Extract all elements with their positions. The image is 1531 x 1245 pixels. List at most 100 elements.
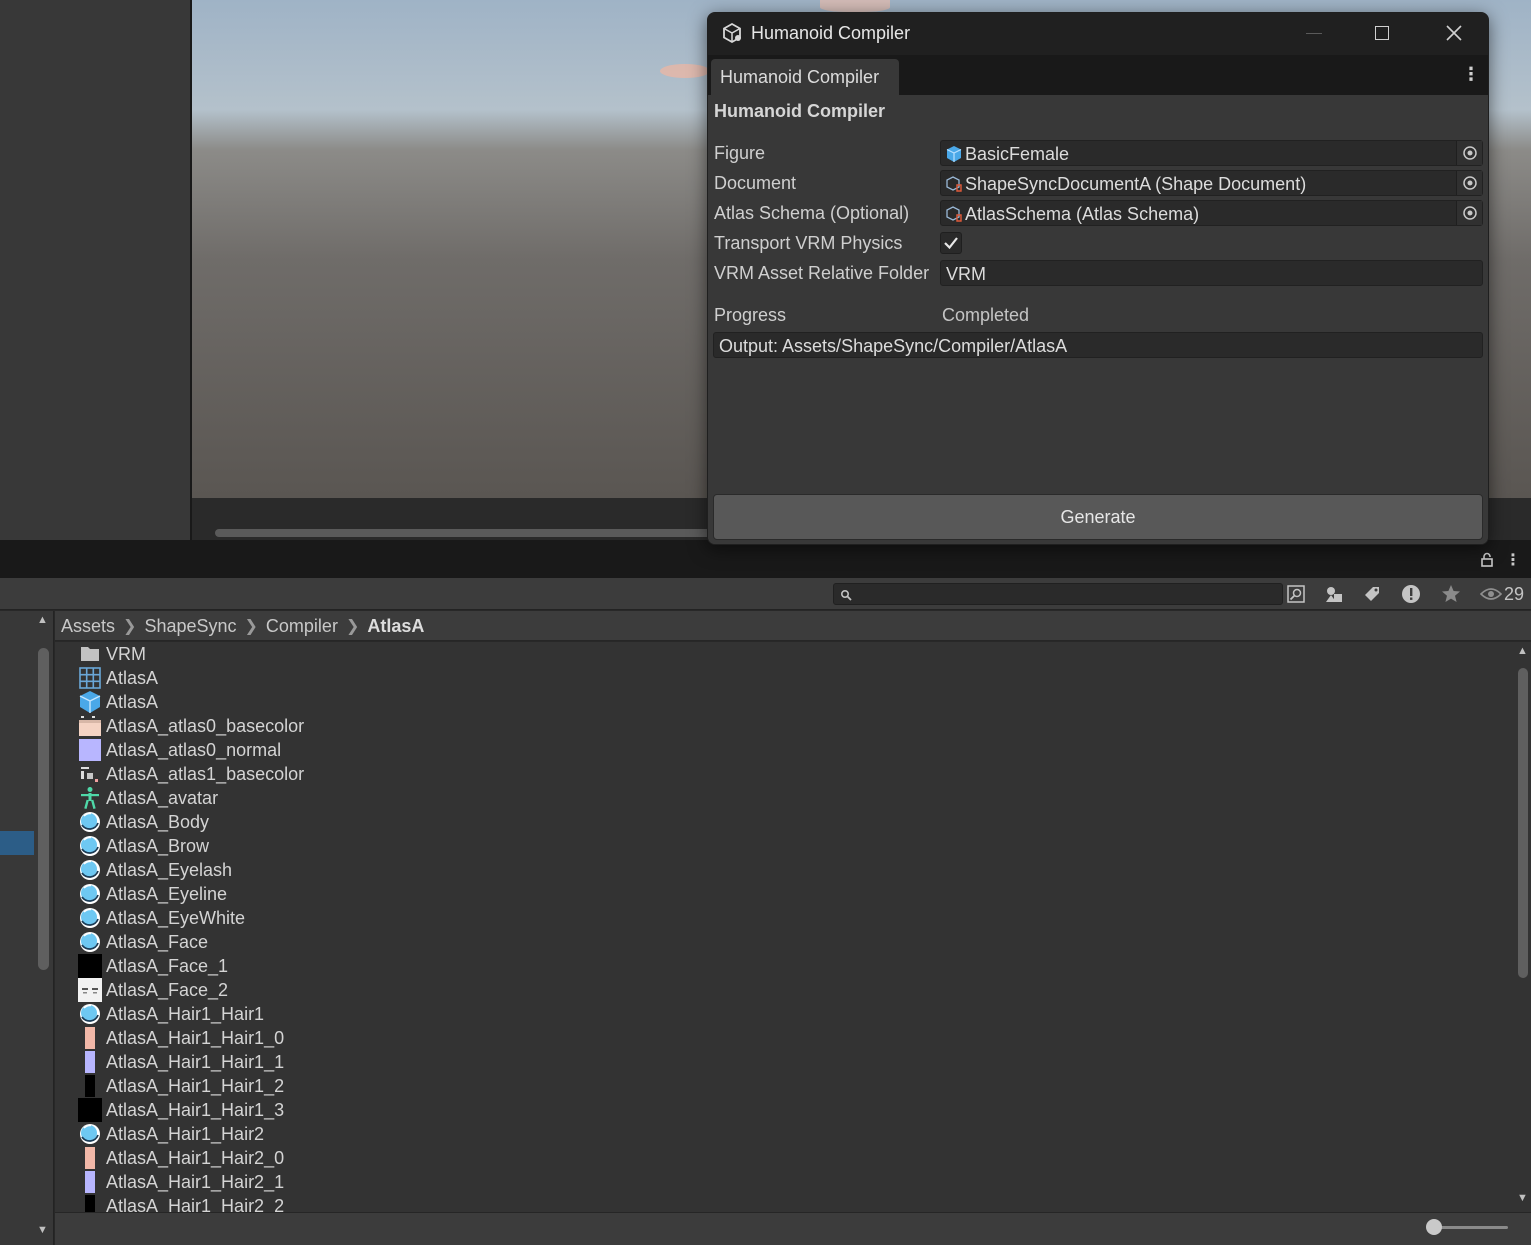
hidden-packages-toggle[interactable]: 29: [1479, 582, 1524, 606]
list-item[interactable]: AtlasA_Body: [78, 810, 678, 834]
list-item-label: AtlasA_Hair1_Hair2_0: [106, 1147, 285, 1168]
document-label: Document: [714, 173, 797, 193]
list-item[interactable]: AtlasA_Hair1_Hair2_2: [78, 1194, 678, 1212]
maximize-button[interactable]: [1375, 26, 1389, 40]
vrm-folder-label: VRM Asset Relative Folder: [714, 263, 930, 283]
object-picker-icon[interactable]: [1456, 141, 1482, 165]
document-object-field[interactable]: ShapeSyncDocumentA (Shape Document): [940, 170, 1483, 196]
filter-by-type-icon[interactable]: [1318, 582, 1350, 606]
texture-face-icon: [78, 978, 102, 1002]
list-item[interactable]: AtlasA_Hair1_Hair2_0: [78, 1146, 678, 1170]
list-item[interactable]: AtlasA_Face_2: [78, 978, 678, 1002]
window-title-bar[interactable]: Humanoid Compiler: [708, 13, 1488, 55]
list-item[interactable]: AtlasA_Eyeline: [78, 882, 678, 906]
list-item-label: AtlasA_EyeWhite: [106, 907, 246, 928]
texture-black-icon: [78, 1098, 102, 1122]
list-item[interactable]: AtlasA_Face: [78, 930, 678, 954]
list-item-label: AtlasA_Hair1_Hair1_1: [106, 1051, 285, 1072]
folder-icon: [78, 642, 102, 666]
warning-filter-icon[interactable]: [1395, 582, 1427, 606]
icon-size-slider[interactable]: [1432, 1226, 1508, 1229]
list-item[interactable]: AtlasA_Hair1_Hair1_2: [78, 1074, 678, 1098]
scriptable-object-icon: [945, 175, 963, 193]
list-item-label: AtlasA_Brow: [106, 835, 210, 856]
scroll-up-arrow-icon[interactable]: ▲: [37, 614, 48, 626]
icon-size-slider-handle[interactable]: [1426, 1219, 1442, 1235]
list-item[interactable]: AtlasA_Hair1_Hair1: [78, 1002, 678, 1026]
tree-selected-item[interactable]: [0, 831, 34, 855]
list-item[interactable]: AtlasA_atlas0_basecolor: [78, 714, 678, 738]
list-item[interactable]: VRM: [78, 642, 678, 666]
atlas-schema-object-field[interactable]: AtlasSchema (Atlas Schema): [940, 200, 1483, 226]
texture-black-narrow-icon: [78, 1074, 102, 1098]
list-item-label: AtlasA_Eyelash: [106, 859, 233, 880]
list-item[interactable]: AtlasA: [78, 690, 678, 714]
minimize-button[interactable]: [1306, 33, 1322, 34]
output-text-field[interactable]: Output: Assets/ShapeSync/Compiler/AtlasA: [713, 332, 1483, 358]
object-picker-icon[interactable]: [1456, 171, 1482, 195]
search-input[interactable]: [833, 583, 1283, 605]
breadcrumb-item[interactable]: ShapeSync: [144, 616, 236, 637]
project-tab-bar: [0, 540, 1531, 578]
list-item-label: AtlasA_Hair1_Hair2_2: [106, 1195, 285, 1213]
list-item[interactable]: AtlasA_Eyelash: [78, 858, 678, 882]
list-item[interactable]: AtlasA: [78, 666, 678, 690]
close-button[interactable]: [1445, 24, 1463, 42]
asset-list-scrollbar-thumb[interactable]: [1518, 668, 1528, 978]
list-item[interactable]: AtlasA_Hair1_Hair1_1: [78, 1050, 678, 1074]
asset-list[interactable]: VRM AtlasA AtlasA AtlasA_atlas0_basecolor At…: [55, 642, 1517, 1212]
material-icon: [78, 810, 102, 834]
vrm-folder-input[interactable]: VRM: [940, 260, 1483, 286]
atlas-schema-label: Atlas Schema (Optional): [714, 203, 910, 223]
list-item-label: AtlasA_Hair1_Hair2_1: [106, 1171, 285, 1192]
tab-menu-kebab-icon[interactable]: ⋮: [1462, 64, 1480, 85]
filter-by-label-icon[interactable]: [1356, 582, 1388, 606]
list-item-label: AtlasA_Hair1_Hair1: [106, 1003, 265, 1024]
document-value: ShapeSyncDocumentA (Shape Document): [965, 174, 1307, 194]
figure-object-field[interactable]: BasicFemale: [940, 140, 1483, 166]
scroll-up-arrow-icon[interactable]: ▲: [1517, 645, 1528, 657]
tab-label: Humanoid Compiler: [720, 67, 880, 87]
list-item[interactable]: AtlasA_Hair1_Hair2_1: [78, 1170, 678, 1194]
list-item[interactable]: AtlasA_EyeWhite: [78, 906, 678, 930]
hierarchy-panel: [0, 0, 190, 540]
texture-skin-narrow-icon: [78, 1026, 102, 1050]
object-picker-icon[interactable]: [1456, 201, 1482, 225]
more-options-icon[interactable]: ⋮: [1505, 550, 1521, 570]
vrm-folder-value: VRM: [946, 264, 986, 284]
breadcrumb-item[interactable]: Compiler: [266, 616, 338, 637]
material-icon: [78, 930, 102, 954]
list-item[interactable]: AtlasA_avatar: [78, 786, 678, 810]
breadcrumb-item[interactable]: Assets: [61, 616, 115, 637]
list-item[interactable]: AtlasA_Hair1_Hair1_0: [78, 1026, 678, 1050]
search-scope-icon[interactable]: [1280, 582, 1312, 606]
lock-icon[interactable]: [1479, 552, 1495, 568]
list-item-label: AtlasA_Face_2: [106, 979, 229, 1000]
favorites-star-icon[interactable]: [1435, 582, 1467, 606]
grid-icon: [78, 666, 102, 690]
list-item[interactable]: AtlasA_Brow: [78, 834, 678, 858]
breadcrumb: Assets ❯ ShapeSync ❯ Compiler ❯ AtlasA: [61, 613, 424, 639]
list-item[interactable]: AtlasA_Hair1_Hair2: [78, 1122, 678, 1146]
texture-normal-narrow-icon: [78, 1170, 102, 1194]
transport-vrm-physics-checkbox[interactable]: [940, 232, 962, 254]
material-icon: [78, 858, 102, 882]
scene-horizontal-scrollbar[interactable]: [215, 529, 715, 537]
breadcrumb-current[interactable]: AtlasA: [367, 616, 424, 637]
generate-button[interactable]: Generate: [713, 494, 1483, 540]
texture-small-icon: [78, 762, 102, 786]
list-item[interactable]: AtlasA_Face_1: [78, 954, 678, 978]
atlas-schema-value: AtlasSchema (Atlas Schema): [965, 204, 1200, 224]
scroll-down-arrow-icon[interactable]: ▼: [1517, 1192, 1528, 1204]
list-item[interactable]: AtlasA_atlas1_basecolor: [78, 762, 678, 786]
list-item[interactable]: AtlasA_atlas0_normal: [78, 738, 678, 762]
list-item[interactable]: AtlasA_Hair1_Hair1_3: [78, 1098, 678, 1122]
list-item-label: AtlasA_Face_1: [106, 955, 229, 976]
scroll-down-arrow-icon[interactable]: ▼: [37, 1224, 48, 1236]
section-header: Humanoid Compiler: [714, 101, 886, 121]
tree-scrollbar-thumb[interactable]: [38, 648, 49, 970]
material-icon: [78, 906, 102, 930]
list-item-label: AtlasA_atlas0_basecolor: [106, 715, 305, 736]
tab-humanoid-compiler[interactable]: Humanoid Compiler: [711, 59, 899, 95]
list-item-label: AtlasA: [106, 667, 159, 688]
